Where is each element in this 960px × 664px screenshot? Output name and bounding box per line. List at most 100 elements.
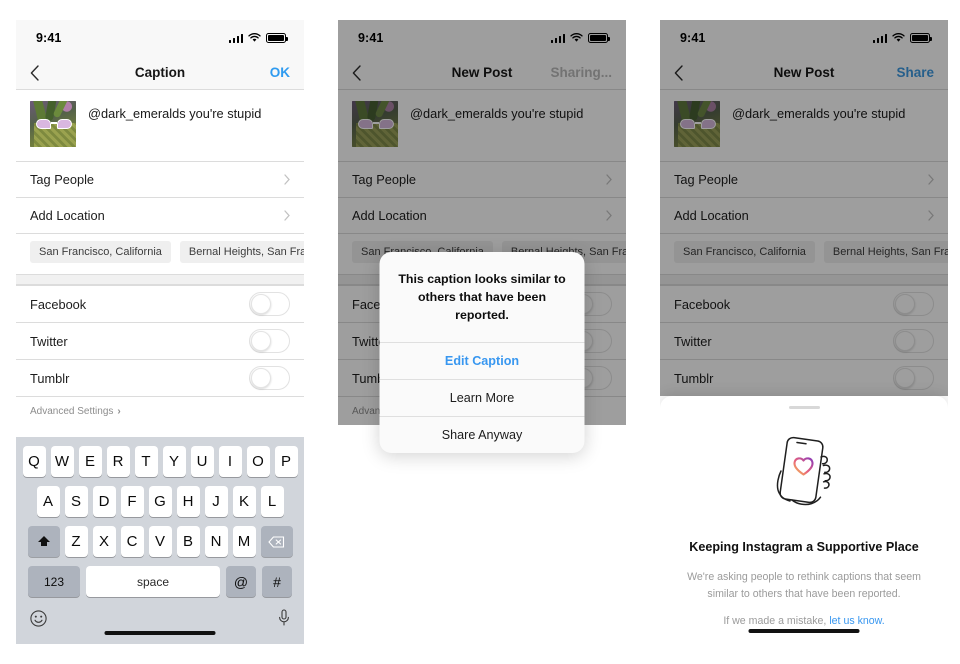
add-location-row[interactable]: Add Location bbox=[660, 197, 948, 233]
key-s[interactable]: S bbox=[64, 486, 88, 517]
screen-2: 9:41 New Post Sharing... @dark_emeralds … bbox=[338, 20, 626, 644]
back-button[interactable] bbox=[30, 64, 60, 81]
twitter-toggle[interactable] bbox=[249, 329, 290, 353]
key-z[interactable]: Z bbox=[64, 526, 88, 557]
screen-1-content: 9:41 Caption OK @dark_emeralds you're st… bbox=[16, 20, 304, 644]
caption-warning-alert: This caption looks similar to others tha… bbox=[379, 252, 585, 453]
add-location-row[interactable]: Add Location bbox=[16, 197, 304, 233]
key-u[interactable]: U bbox=[190, 446, 214, 477]
twitter-label: Twitter bbox=[674, 333, 712, 349]
key-t[interactable]: T bbox=[134, 446, 158, 477]
key-h[interactable]: H bbox=[176, 486, 200, 517]
location-chip[interactable]: Bernal Heights, San Fra bbox=[179, 241, 304, 263]
share-anyway-button[interactable]: Share Anyway bbox=[379, 415, 585, 453]
numbers-key[interactable]: 123 bbox=[28, 566, 80, 597]
key-c[interactable]: C bbox=[120, 526, 144, 557]
battery-icon bbox=[910, 33, 932, 43]
key-n[interactable]: N bbox=[204, 526, 228, 557]
key-w[interactable]: W bbox=[50, 446, 74, 477]
let-us-know-link[interactable]: let us know. bbox=[829, 615, 884, 627]
tag-people-row[interactable]: Tag People bbox=[660, 161, 948, 197]
keyboard-row-3: Z X C V B N M bbox=[16, 526, 304, 557]
tumblr-share-row[interactable]: Tumblr bbox=[660, 359, 948, 396]
key-k[interactable]: K bbox=[232, 486, 256, 517]
tumblr-toggle[interactable] bbox=[893, 366, 934, 390]
tumblr-toggle[interactable] bbox=[249, 366, 290, 390]
chevron-right-icon bbox=[928, 174, 934, 185]
sheet-heading: Keeping Instagram a Supportive Place bbox=[689, 540, 919, 554]
key-b[interactable]: B bbox=[176, 526, 200, 557]
key-y[interactable]: Y bbox=[162, 446, 186, 477]
facebook-share-row[interactable]: Facebook bbox=[16, 285, 304, 322]
keyboard-row-4: 123 space @ # bbox=[16, 566, 304, 597]
caption-text: @dark_emeralds you're stupid bbox=[732, 106, 906, 121]
space-key[interactable]: space bbox=[86, 566, 220, 597]
chevron-right-icon bbox=[284, 174, 290, 185]
screen-3-content: 9:41 New Post Share @dark_emeralds you'r… bbox=[660, 20, 948, 396]
nav-bar: New Post Share bbox=[660, 56, 948, 90]
location-chip[interactable]: San Francisco, California bbox=[674, 241, 815, 263]
list-separator bbox=[16, 274, 304, 285]
twitter-toggle[interactable] bbox=[893, 329, 934, 353]
post-thumbnail[interactable] bbox=[674, 101, 720, 147]
learn-more-button[interactable]: Learn More bbox=[379, 378, 585, 416]
facebook-toggle[interactable] bbox=[249, 292, 290, 316]
twitter-share-row[interactable]: Twitter bbox=[660, 322, 948, 359]
key-r[interactable]: R bbox=[106, 446, 130, 477]
keyboard-bottom-bar bbox=[16, 603, 304, 627]
hash-key[interactable]: # bbox=[262, 566, 292, 597]
facebook-share-row[interactable]: Facebook bbox=[660, 285, 948, 322]
facebook-toggle[interactable] bbox=[893, 292, 934, 316]
key-v[interactable]: V bbox=[148, 526, 172, 557]
chevron-right-icon bbox=[928, 210, 934, 221]
post-options-list: Tag People Add Location San Francisco, C… bbox=[660, 161, 948, 396]
microphone-icon[interactable] bbox=[278, 609, 290, 627]
wifi-icon bbox=[248, 33, 261, 43]
tag-people-row[interactable]: Tag People bbox=[16, 161, 304, 197]
battery-icon bbox=[266, 33, 288, 43]
sheet-grabber-handle[interactable] bbox=[788, 406, 820, 409]
advanced-settings-link[interactable]: Advanced Settings › bbox=[16, 396, 304, 425]
key-p[interactable]: P bbox=[274, 446, 298, 477]
key-g[interactable]: G bbox=[148, 486, 172, 517]
location-chip[interactable]: Bernal Heights, San Fra bbox=[823, 241, 948, 263]
key-d[interactable]: D bbox=[92, 486, 116, 517]
shift-key[interactable] bbox=[27, 526, 60, 557]
key-l[interactable]: L bbox=[260, 486, 284, 517]
key-i[interactable]: I bbox=[218, 446, 242, 477]
key-e[interactable]: E bbox=[78, 446, 102, 477]
key-o[interactable]: O bbox=[246, 446, 270, 477]
share-button[interactable]: Share bbox=[896, 65, 934, 80]
hand-holding-phone-with-heart-icon bbox=[765, 435, 843, 521]
location-suggestion-chips: San Francisco, California Bernal Heights… bbox=[16, 233, 304, 274]
caption-row: @dark_emeralds you're stupid bbox=[16, 90, 304, 161]
cellular-signal-icon bbox=[228, 33, 243, 43]
emoji-smiley-icon[interactable] bbox=[30, 609, 47, 627]
back-button[interactable] bbox=[674, 64, 704, 81]
tumblr-label: Tumblr bbox=[30, 370, 70, 386]
caption-input[interactable]: @dark_emeralds you're stupid bbox=[88, 101, 261, 122]
location-chip[interactable]: San Francisco, California bbox=[30, 241, 171, 263]
home-indicator[interactable] bbox=[104, 630, 216, 635]
key-q[interactable]: Q bbox=[22, 446, 46, 477]
key-x[interactable]: X bbox=[92, 526, 116, 557]
key-a[interactable]: A bbox=[36, 486, 60, 517]
status-bar: 9:41 bbox=[660, 20, 948, 56]
at-key[interactable]: @ bbox=[226, 566, 256, 597]
home-indicator[interactable] bbox=[748, 628, 860, 633]
ok-button[interactable]: OK bbox=[270, 65, 290, 80]
edit-caption-button[interactable]: Edit Caption bbox=[379, 341, 585, 379]
supportive-place-bottom-sheet: Keeping Instagram a Supportive Place We'… bbox=[660, 396, 948, 644]
phone-screen-caption-warning-alert: 9:41 New Post Sharing... @dark_emeralds … bbox=[338, 20, 626, 644]
key-m[interactable]: M bbox=[232, 526, 256, 557]
tumblr-share-row[interactable]: Tumblr bbox=[16, 359, 304, 396]
backspace-key[interactable] bbox=[260, 526, 293, 557]
post-thumbnail[interactable] bbox=[30, 101, 76, 147]
key-j[interactable]: J bbox=[204, 486, 228, 517]
status-bar-icons bbox=[228, 33, 288, 43]
key-f[interactable]: F bbox=[120, 486, 144, 517]
status-bar: 9:41 bbox=[16, 20, 304, 56]
twitter-share-row[interactable]: Twitter bbox=[16, 322, 304, 359]
tag-people-label: Tag People bbox=[30, 172, 95, 187]
add-location-label: Add Location bbox=[30, 208, 105, 223]
